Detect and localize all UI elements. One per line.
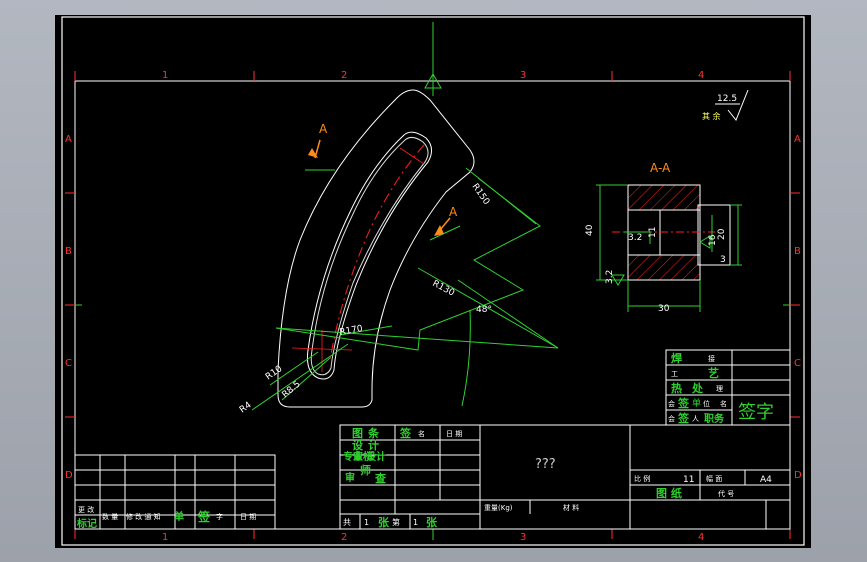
cad-drawing: 1 2 3 4 1 2 3 4 A B C D A B C D 12.5 其 余 xyxy=(61,16,805,546)
dim-section-3-2b: 3.2 xyxy=(605,270,615,284)
label-process: 工 xyxy=(671,370,678,378)
label-sheets-total-a: 共 xyxy=(343,518,351,527)
title-block-grid xyxy=(339,424,791,530)
label-sheet-no-c: 张 xyxy=(426,515,438,529)
zone-col-bottom-2: 2 xyxy=(341,532,347,543)
label-date-header: 日 期 xyxy=(446,430,462,438)
label-sign-c: 人 xyxy=(692,415,699,423)
section-arrow-top xyxy=(305,139,335,171)
sheet-border-outer xyxy=(61,16,805,546)
zone-col-bottom-1: 1 xyxy=(162,532,168,543)
zone-row-left-a: A xyxy=(65,134,72,145)
label-unit-e: 名 xyxy=(720,399,727,408)
dim-section-3-2a: 3.2 xyxy=(628,233,642,243)
dim-r4: R4 xyxy=(238,400,254,415)
label-unit-b: 签 xyxy=(677,396,690,410)
zone-row-right-d: D xyxy=(794,470,802,481)
zone-col-top-1: 1 xyxy=(162,70,168,81)
zone-row-left-b: B xyxy=(65,246,72,257)
dim-r130: R130 xyxy=(431,279,457,299)
label-rev-order: 单 xyxy=(174,510,184,523)
centering-marks xyxy=(75,22,790,540)
label-rev-mark: 标记 xyxy=(76,517,97,530)
zone-col-top-2: 2 xyxy=(341,70,347,81)
label-heat: 热 xyxy=(671,381,682,395)
label-rev-change: 更 改 xyxy=(78,505,94,514)
label-sheet-no-b: 1 xyxy=(413,518,418,527)
dim-section-3: 3 xyxy=(720,255,726,265)
label-audit-c: 查 xyxy=(375,471,386,485)
label-design-b: 条 xyxy=(367,426,380,440)
zone-col-bottom-4: 4 xyxy=(698,532,704,543)
dim-section-20: 20 xyxy=(717,228,727,240)
label-sign-b: 签 xyxy=(677,411,690,425)
zone-row-left-d: D xyxy=(65,470,73,481)
label-rev-sign: 签 xyxy=(197,509,211,524)
roughness-value: 12.5 xyxy=(717,94,737,104)
section-title: A-A xyxy=(650,161,671,175)
dim-section-width: 30 xyxy=(658,304,670,314)
label-audit-b: 师 xyxy=(360,463,371,477)
label-sign-header-a: 签 xyxy=(399,426,412,440)
section-arrow-bottom xyxy=(429,217,461,241)
dimension-lines xyxy=(251,167,559,411)
center-marks xyxy=(291,147,425,372)
dim-angle: 48° xyxy=(476,305,492,315)
dim-section-height: 40 xyxy=(585,224,595,236)
label-unit-c: 单 xyxy=(692,397,701,409)
label-rev-qty: 数 量 xyxy=(102,512,118,521)
label-rev-notice: 修 改 通 知 xyxy=(126,512,161,521)
signature-block-labels: 焊 接 工 艺 热 处 理 会 签 单 位 名 会 签 人 职务 签字 xyxy=(668,351,774,425)
label-code: 代 号 xyxy=(718,489,734,498)
label-unit-d: 位 xyxy=(703,399,710,408)
label-size: 幅 面 xyxy=(706,474,722,483)
zone-col-top-3: 3 xyxy=(520,70,526,81)
label-unit-a: 会 xyxy=(668,399,675,408)
label-sheets-total-c: 张 xyxy=(378,515,390,529)
label-weld: 焊 xyxy=(671,351,682,365)
label-prof-c: 设计 xyxy=(366,450,386,463)
label-audit-a: 审 xyxy=(345,471,355,484)
label-sign-header-b: 名 xyxy=(418,429,425,438)
label-design-d: 计 xyxy=(368,438,379,452)
revision-block-labels: 更 改 标记 数 量 修 改 通 知 单 签 字 日 期 xyxy=(76,505,256,530)
label-sign-d: 职务 xyxy=(704,412,725,425)
label-sheet-no-a: 第 xyxy=(392,517,400,527)
label-weight: 重量(Kg) xyxy=(484,504,513,512)
label-sheet-name: 图 纸 xyxy=(656,486,682,500)
label-material: 材 料 xyxy=(563,503,579,512)
label-scale: 比 例 xyxy=(634,474,650,483)
dim-section-16: 16 xyxy=(708,234,718,246)
label-rev-char: 字 xyxy=(216,512,223,521)
value-scale: 11 xyxy=(683,475,694,485)
label-rev-date: 日 期 xyxy=(240,513,256,521)
sheet-border-inner xyxy=(74,80,791,530)
drawing-title: ??? xyxy=(535,457,556,472)
dim-r10: R10 xyxy=(264,364,284,383)
zone-row-right-b: B xyxy=(794,246,801,257)
label-weld-b: 接 xyxy=(708,354,715,363)
zone-col-bottom-3: 3 xyxy=(520,532,526,543)
label-sheets-total-b: 1 xyxy=(364,518,369,527)
zone-row-right-c: C xyxy=(794,358,801,369)
label-design-c: 设 xyxy=(352,438,364,452)
label-process-b: 艺 xyxy=(708,366,719,380)
section-marker-top: A xyxy=(319,122,328,136)
signature-text: 签字 xyxy=(738,402,774,423)
zone-col-top-4: 4 xyxy=(698,70,704,81)
value-size: A4 xyxy=(760,475,772,485)
label-heat-b: 处 xyxy=(691,381,704,395)
label-heat-c: 理 xyxy=(716,385,723,393)
zone-row-right-a: A xyxy=(794,134,801,145)
roughness-note: 其 余 xyxy=(702,111,721,121)
label-sign-a: 会 xyxy=(668,414,675,423)
section-marker-bottom: A xyxy=(449,205,458,219)
dim-r8-5: R8.5 xyxy=(281,379,303,400)
dim-section-11: 11 xyxy=(648,227,658,238)
zone-row-left-c: C xyxy=(65,358,72,369)
